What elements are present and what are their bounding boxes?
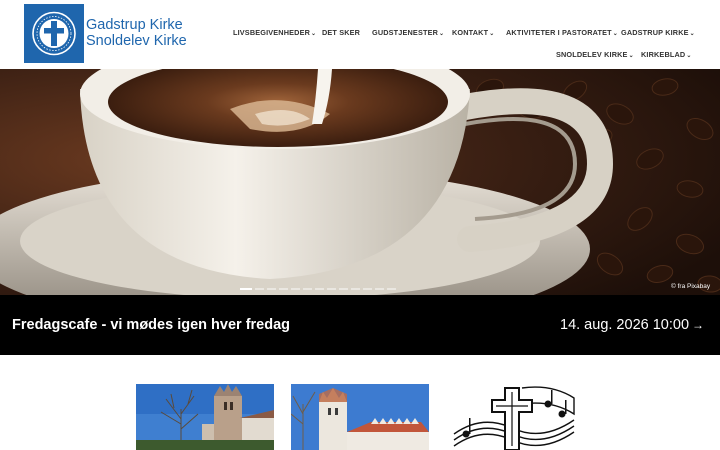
site-header: Gadstrup Kirke Snoldelev Kirke LIVSBEGIV… [0, 0, 720, 69]
card-gadstrup-church[interactable] [136, 384, 274, 450]
nav-label: GADSTRUP KIRKE [621, 28, 689, 37]
nav-label: KONTAKT [452, 28, 489, 37]
nav-item-det-sker[interactable]: DET SKER [322, 28, 360, 37]
nav-item-kirkeblad[interactable]: KIRKEBLAD⌄ [641, 50, 692, 59]
slider-pagination[interactable] [0, 287, 720, 291]
chevron-down-icon: ⌄ [686, 53, 692, 59]
nav-item-kontakt[interactable]: KONTAKT⌄ [452, 28, 494, 37]
nav-label: AKTIVITETER I PASTORATET [506, 28, 612, 37]
nav-item-aktiviteter[interactable]: AKTIVITETER I PASTORATET⌄ [506, 28, 618, 37]
card-music-cross[interactable] [452, 384, 578, 450]
church-cross-icon [32, 11, 76, 56]
cross-and-music-notes-icon [452, 384, 578, 450]
nav-label: LIVSBEGIVENHEDER [233, 28, 311, 37]
nav-label: SNOLDELEV KIRKE [556, 50, 628, 59]
site-title-line1: Gadstrup Kirke [86, 17, 183, 33]
nav-label: KIRKEBLAD [641, 50, 686, 59]
arrow-right-icon[interactable]: → [692, 318, 704, 332]
chevron-down-icon: ⌄ [311, 31, 317, 37]
nav-item-gadstrup-kirke[interactable]: GADSTRUP KIRKE⌄ [621, 28, 695, 37]
chevron-down-icon: ⌄ [489, 31, 495, 37]
event-date[interactable]: 14. aug. 2026 10:00 [560, 317, 689, 333]
hero-slider[interactable] [0, 69, 720, 295]
card-snoldelev-church[interactable] [291, 384, 429, 450]
nav-item-gudstjenester[interactable]: GUDSTJENESTER⌄ [372, 28, 444, 37]
gadstrup-church-image [136, 384, 274, 450]
chevron-down-icon: ⌄ [689, 31, 695, 37]
event-title[interactable]: Fredagscafe - vi mødes igen hver fredag [12, 317, 290, 333]
nav-label: GUDSTJENESTER [372, 28, 439, 37]
snoldelev-church-image [291, 384, 429, 450]
hero-image-coffee-cup [0, 69, 720, 295]
site-title[interactable]: Gadstrup Kirke Snoldelev Kirke [86, 17, 187, 49]
nav-item-livsbegivenheder[interactable]: LIVSBEGIVENHEDER⌄ [233, 28, 316, 37]
chevron-down-icon: ⌄ [628, 53, 634, 59]
chevron-down-icon: ⌄ [439, 31, 445, 37]
church-logo[interactable] [24, 4, 84, 63]
image-credit: © fra Pixabay [671, 283, 711, 290]
site-title-line2: Snoldelev Kirke [86, 33, 187, 49]
chevron-down-icon: ⌄ [612, 31, 618, 37]
nav-label: DET SKER [322, 28, 361, 37]
nav-item-snoldelev-kirke[interactable]: SNOLDELEV KIRKE⌄ [556, 50, 634, 59]
